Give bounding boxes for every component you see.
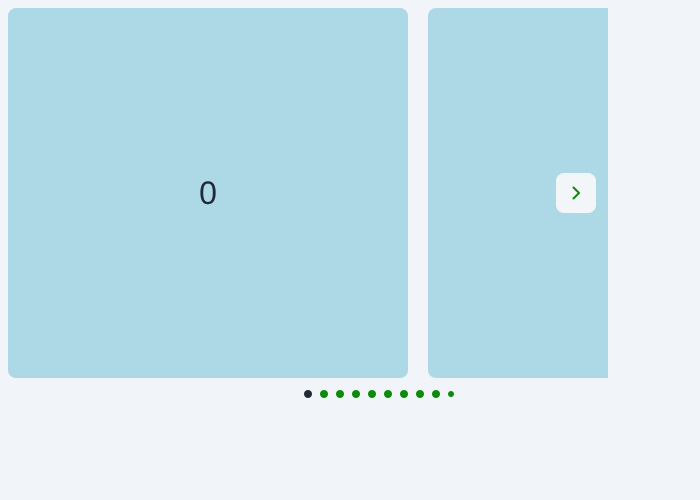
pagination-dot[interactable] — [384, 390, 392, 398]
chevron-right-icon — [566, 183, 586, 203]
pagination-dot[interactable] — [336, 390, 344, 398]
pagination-dot[interactable] — [400, 390, 408, 398]
pagination-dot-active[interactable] — [304, 390, 312, 398]
next-slide-button[interactable] — [556, 173, 596, 213]
pagination-dot[interactable] — [320, 390, 328, 398]
slide-number: 0 — [199, 175, 217, 211]
pagination-dot[interactable] — [368, 390, 376, 398]
pagination-dot[interactable] — [448, 391, 454, 397]
carousel-slide[interactable]: 0 — [8, 8, 408, 378]
carousel-pagination — [304, 390, 454, 398]
carousel: 0 1 — [8, 8, 608, 408]
pagination-dot[interactable] — [432, 390, 440, 398]
carousel-viewport: 0 1 — [8, 8, 608, 378]
pagination-dot[interactable] — [416, 390, 424, 398]
carousel-track: 0 1 — [8, 8, 608, 378]
pagination-dot[interactable] — [352, 390, 360, 398]
